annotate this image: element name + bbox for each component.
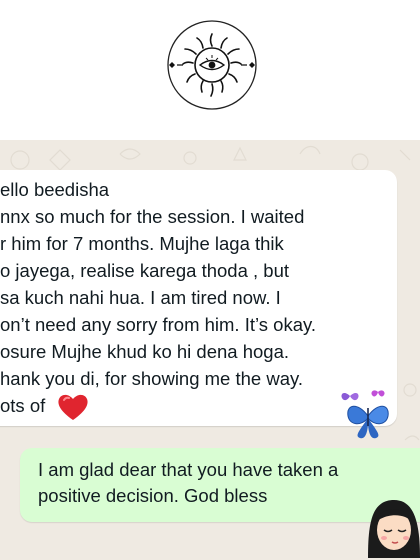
incoming-message-line: ots of [0, 395, 46, 416]
incoming-message-line: sa kuch nahi hua. I am tired now. I [0, 287, 281, 308]
incoming-message-line: on’t need any sorry from him. It’s okay. [0, 314, 316, 335]
incoming-message-line: osure Mujhe khud ko hi dena hoga. [0, 341, 290, 362]
incoming-message-line: o jayega, realise karega thoda , but [0, 260, 289, 281]
incoming-message-line: r him for 7 months. Mujhe laga thik [0, 233, 284, 254]
incoming-message-line: hank you di, for showing me the way. [0, 368, 304, 389]
girl-avatar-icon [368, 500, 420, 558]
outgoing-message-line: I am glad dear that you have taken a [38, 459, 339, 480]
incoming-message-line: ello beedisha [0, 179, 110, 200]
outgoing-message-line: positive decision. God bless [38, 485, 268, 506]
butterfly-icon [341, 390, 389, 439]
header-area [0, 0, 420, 140]
sun-eye-emblem-icon [167, 20, 257, 110]
red-heart-icon [58, 394, 88, 420]
incoming-message-line: nnx so much for the session. I waited [0, 206, 305, 227]
